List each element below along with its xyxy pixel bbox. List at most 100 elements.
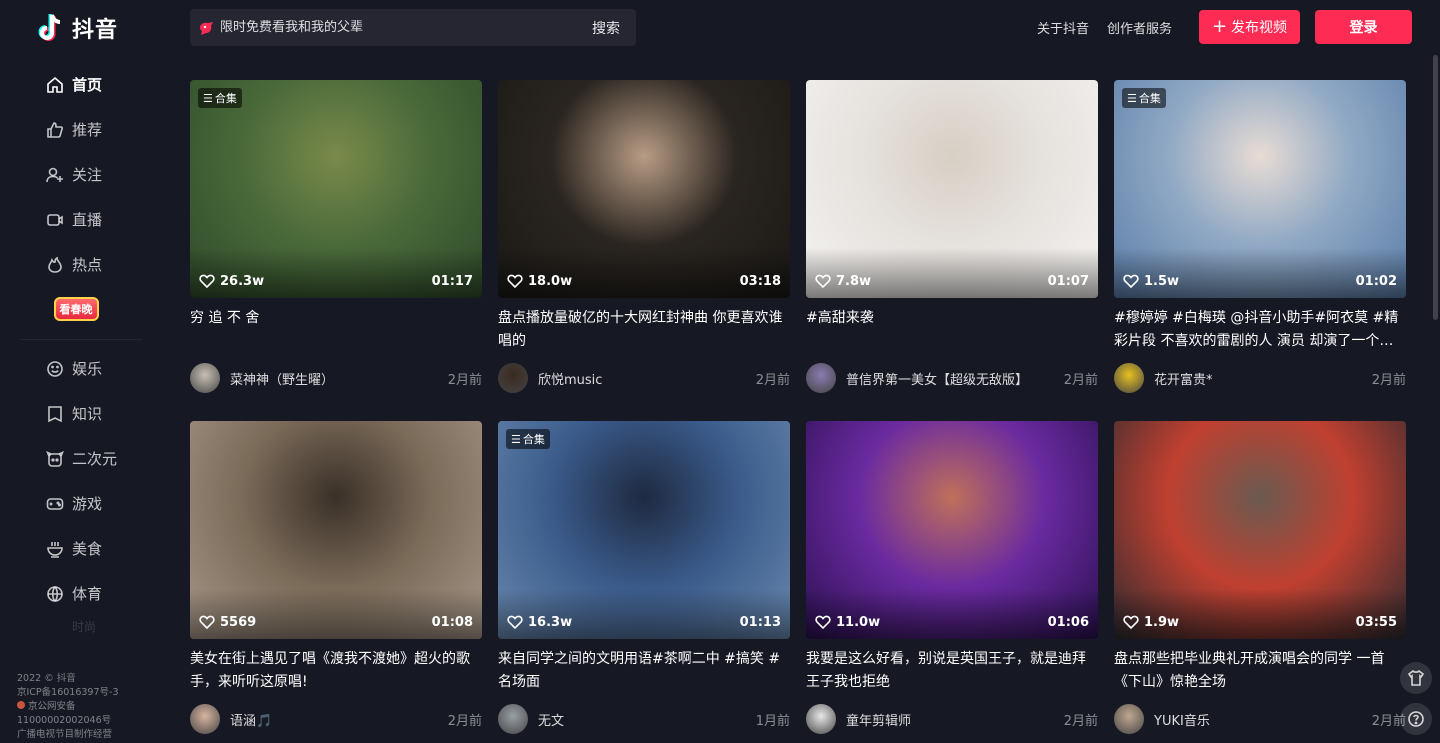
anime-icon bbox=[46, 450, 64, 468]
scrollbar[interactable] bbox=[1433, 55, 1438, 320]
sidebar-item-food[interactable]: 美食 bbox=[0, 526, 162, 571]
hot-search-icon bbox=[198, 19, 216, 37]
video-thumbnail[interactable]: 5569 01:08 bbox=[190, 421, 482, 639]
sidebar-item-follow[interactable]: 关注 bbox=[0, 152, 162, 197]
video-title[interactable]: #高甜来袭 bbox=[806, 307, 1098, 353]
video-duration: 01:13 bbox=[739, 615, 781, 630]
video-title[interactable]: 盘点播放量破亿的十大网红封神曲 你更喜欢谁唱的 bbox=[498, 307, 790, 353]
publish-time: 2月前 bbox=[1063, 713, 1098, 729]
publish-time: 2月前 bbox=[1371, 372, 1406, 388]
help-button[interactable] bbox=[1400, 703, 1432, 735]
like-count: 26.3w bbox=[199, 273, 264, 289]
video-thumbnail[interactable]: 1.9w 03:55 bbox=[1114, 421, 1406, 639]
search-bar: 搜索 bbox=[190, 9, 636, 46]
video-thumbnail[interactable]: ☰ 合集 16.3w 01:13 bbox=[498, 421, 790, 639]
video-thumbnail[interactable]: ☰ 合集 26.3w 01:17 bbox=[190, 80, 482, 298]
publish-time: 2月前 bbox=[755, 372, 790, 388]
header-links: 关于抖音 创作者服务 bbox=[1037, 18, 1172, 37]
avatar[interactable] bbox=[190, 704, 220, 734]
video-card[interactable]: ☰ 合集 1.5w 01:02 #穆婷婷 #白梅瑛 @抖音小助手#阿衣莫 #精彩片… bbox=[1114, 80, 1406, 393]
video-duration: 01:07 bbox=[1047, 274, 1089, 289]
avatar[interactable] bbox=[190, 363, 220, 393]
author-name[interactable]: 菜神神（野生曜） bbox=[230, 369, 448, 388]
shirt-icon-button[interactable] bbox=[1400, 662, 1432, 694]
avatar[interactable] bbox=[498, 704, 528, 734]
author-name[interactable]: YUKI音乐 bbox=[1154, 710, 1372, 729]
author-name[interactable]: 无文 bbox=[538, 710, 756, 729]
sidebar-item-home[interactable]: 首页 bbox=[0, 62, 162, 107]
video-title[interactable]: 我要是这么好看，别说是英国王子，就是迪拜王子我也拒绝 bbox=[806, 648, 1098, 694]
police-record-link[interactable]: 京公网安备 bbox=[17, 700, 119, 714]
sidebar-item-label: 关注 bbox=[72, 166, 103, 184]
broadcast-license-link[interactable]: 广播电视节目制作经营 bbox=[17, 728, 119, 742]
video-card[interactable]: 11.0w 01:06 我要是这么好看，别说是英国王子，就是迪拜王子我也拒绝 童… bbox=[806, 421, 1098, 734]
author-name[interactable]: 语涵🎵 bbox=[230, 710, 448, 729]
bowl-icon bbox=[46, 540, 64, 558]
search-button[interactable]: 搜索 bbox=[576, 9, 636, 46]
sidebar-item-knowledge[interactable]: 知识 bbox=[0, 391, 162, 436]
sidebar-item-label: 游戏 bbox=[72, 495, 103, 513]
video-meta: 语涵🎵 2月前 bbox=[190, 704, 482, 734]
video-thumbnail[interactable]: ☰ 合集 1.5w 01:02 bbox=[1114, 80, 1406, 298]
sidebar-nav: 首页 推荐 关注 直播 热点 看春晚 娱乐 知识 二次元 游戏 美食 体育 时尚 bbox=[0, 62, 162, 636]
avatar[interactable] bbox=[806, 704, 836, 734]
logo[interactable]: 抖音 bbox=[38, 12, 118, 44]
collection-badge: ☰ 合集 bbox=[506, 429, 550, 449]
avatar[interactable] bbox=[1114, 363, 1144, 393]
icp-link[interactable]: 京ICP备16016397号-3 bbox=[17, 686, 119, 700]
flame-icon bbox=[46, 256, 64, 274]
video-card[interactable]: 1.9w 03:55 盘点那些把毕业典礼开成演唱会的同学 一首《下山》惊艳全场 … bbox=[1114, 421, 1406, 734]
stack-icon: ☰ bbox=[1127, 91, 1137, 105]
upload-video-button[interactable]: + 发布视频 bbox=[1199, 10, 1300, 44]
video-duration: 01:02 bbox=[1355, 274, 1397, 289]
avatar[interactable] bbox=[806, 363, 836, 393]
sidebar-item-sports[interactable]: 体育 bbox=[0, 571, 162, 616]
video-card[interactable]: ☰ 合集 26.3w 01:17 穷 追 不 舍 菜神神（野生曜） 2月前 bbox=[190, 80, 482, 393]
video-title[interactable]: #穆婷婷 #白梅瑛 @抖音小助手#阿衣莫 #精彩片段 不喜欢的雷剧的人 演员 却… bbox=[1114, 307, 1406, 353]
about-link[interactable]: 关于抖音 bbox=[1037, 18, 1089, 37]
video-meta: 欣悦music 2月前 bbox=[498, 363, 790, 393]
avatar[interactable] bbox=[1114, 704, 1144, 734]
sidebar-footer: 2022 © 抖音 京ICP备16016397号-3 京公网安备 1100000… bbox=[17, 672, 119, 742]
video-thumbnail[interactable]: 11.0w 01:06 bbox=[806, 421, 1098, 639]
heart-icon bbox=[815, 274, 831, 289]
heart-icon bbox=[1123, 615, 1139, 630]
video-card[interactable]: 7.8w 01:07 #高甜来袭 普信界第一美女【超级无敌版】 2月前 bbox=[806, 80, 1098, 393]
sidebar-item-hot[interactable]: 热点 bbox=[0, 242, 162, 287]
heart-icon bbox=[199, 615, 215, 630]
sidebar-item-games[interactable]: 游戏 bbox=[0, 481, 162, 526]
video-title[interactable]: 来自同学之间的文明用语#茶啊二中 #搞笑 #名场面 bbox=[498, 648, 790, 694]
video-title[interactable]: 美女在街上遇见了唱《渡我不渡她》超火的歌手，来听听这原唱! bbox=[190, 648, 482, 694]
video-meta: YUKI音乐 2月前 bbox=[1114, 704, 1406, 734]
live-icon bbox=[46, 211, 64, 229]
video-thumbnail[interactable]: 7.8w 01:07 bbox=[806, 80, 1098, 298]
video-title[interactable]: 盘点那些把毕业典礼开成演唱会的同学 一首《下山》惊艳全场 bbox=[1114, 648, 1406, 694]
sidebar-item-entertainment[interactable]: 娱乐 bbox=[0, 346, 162, 391]
author-name[interactable]: 童年剪辑师 bbox=[846, 710, 1064, 729]
like-count: 1.9w bbox=[1123, 614, 1179, 630]
collection-badge: ☰ 合集 bbox=[198, 88, 242, 108]
author-name[interactable]: 欣悦music bbox=[538, 369, 756, 388]
video-thumbnail[interactable]: 18.0w 03:18 bbox=[498, 80, 790, 298]
login-button[interactable]: 登录 bbox=[1315, 10, 1412, 44]
sidebar-item-anime[interactable]: 二次元 bbox=[0, 436, 162, 481]
avatar[interactable] bbox=[498, 363, 528, 393]
author-name[interactable]: 普信界第一美女【超级无敌版】 bbox=[846, 369, 1064, 388]
sidebar-item-fashion[interactable]: 时尚 bbox=[0, 616, 162, 636]
like-count: 5569 bbox=[199, 614, 256, 630]
heart-icon bbox=[507, 615, 523, 630]
spring-festival-promo[interactable]: 看春晚 bbox=[50, 289, 102, 329]
video-card[interactable]: ☰ 合集 16.3w 01:13 来自同学之间的文明用语#茶啊二中 #搞笑 #名场… bbox=[498, 421, 790, 734]
search-input[interactable] bbox=[216, 20, 576, 35]
police-record-number[interactable]: 11000002002046号 bbox=[17, 714, 119, 728]
video-duration: 01:06 bbox=[1047, 615, 1089, 630]
video-meta: 花开富贵* 2月前 bbox=[1114, 363, 1406, 393]
author-name[interactable]: 花开富贵* bbox=[1154, 369, 1372, 388]
sidebar-item-recommend[interactable]: 推荐 bbox=[0, 107, 162, 152]
video-card[interactable]: 5569 01:08 美女在街上遇见了唱《渡我不渡她》超火的歌手，来听听这原唱!… bbox=[190, 421, 482, 734]
sidebar-item-live[interactable]: 直播 bbox=[0, 197, 162, 242]
sidebar: 抖音 首页 推荐 关注 直播 热点 看春晚 娱乐 知识 二次元 游戏 美食 体育… bbox=[0, 0, 162, 743]
video-title[interactable]: 穷 追 不 舍 bbox=[190, 307, 482, 353]
video-card[interactable]: 18.0w 03:18 盘点播放量破亿的十大网红封神曲 你更喜欢谁唱的 欣悦mu… bbox=[498, 80, 790, 393]
creator-service-link[interactable]: 创作者服务 bbox=[1107, 18, 1172, 37]
